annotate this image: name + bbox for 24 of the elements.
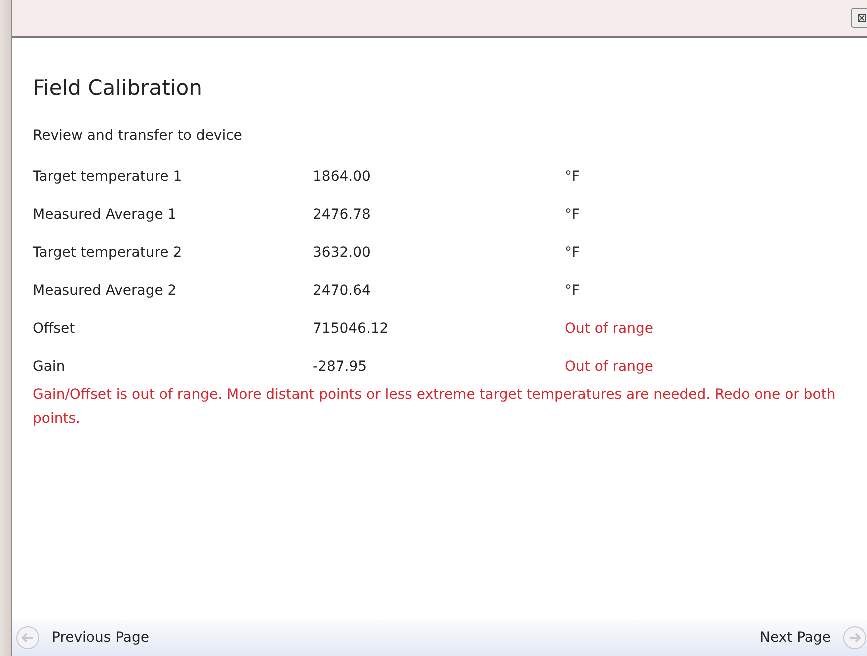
field-label: Target temperature 1 <box>33 169 184 185</box>
field-unit: Out of range <box>565 321 654 337</box>
field-value: 1864.00 <box>313 169 372 185</box>
page-title: Field Calibration <box>33 76 204 100</box>
close-button[interactable]: ⊠ <box>851 8 867 28</box>
field-label: Measured Average 2 <box>33 283 178 299</box>
field-unit: °F <box>565 283 580 299</box>
field-value: -287.95 <box>313 359 368 375</box>
field-value: 2476.78 <box>313 207 372 223</box>
field-label: Measured Average 1 <box>33 207 178 223</box>
field-value: 3632.00 <box>313 245 372 261</box>
subtitle: Review and transfer to device <box>33 128 244 144</box>
field-unit: Out of range <box>565 359 654 375</box>
field-unit: °F <box>565 207 580 223</box>
field-label: Gain <box>33 359 66 375</box>
previous-page-button[interactable]: Previous Page <box>16 626 150 650</box>
error-message: Gain/Offset is out of range. More distant points or less extreme target temperatures are needed. Redo one or both points. <box>33 386 837 429</box>
field-unit: °F <box>565 245 580 261</box>
next-page-button[interactable]: Next Page <box>760 626 867 650</box>
field-value: 2470.64 <box>313 283 372 299</box>
field-value: 715046.12 <box>313 321 390 337</box>
field-label: Target temperature 2 <box>33 245 184 261</box>
field-unit: °F <box>565 169 580 185</box>
field-label: Offset <box>33 321 76 337</box>
